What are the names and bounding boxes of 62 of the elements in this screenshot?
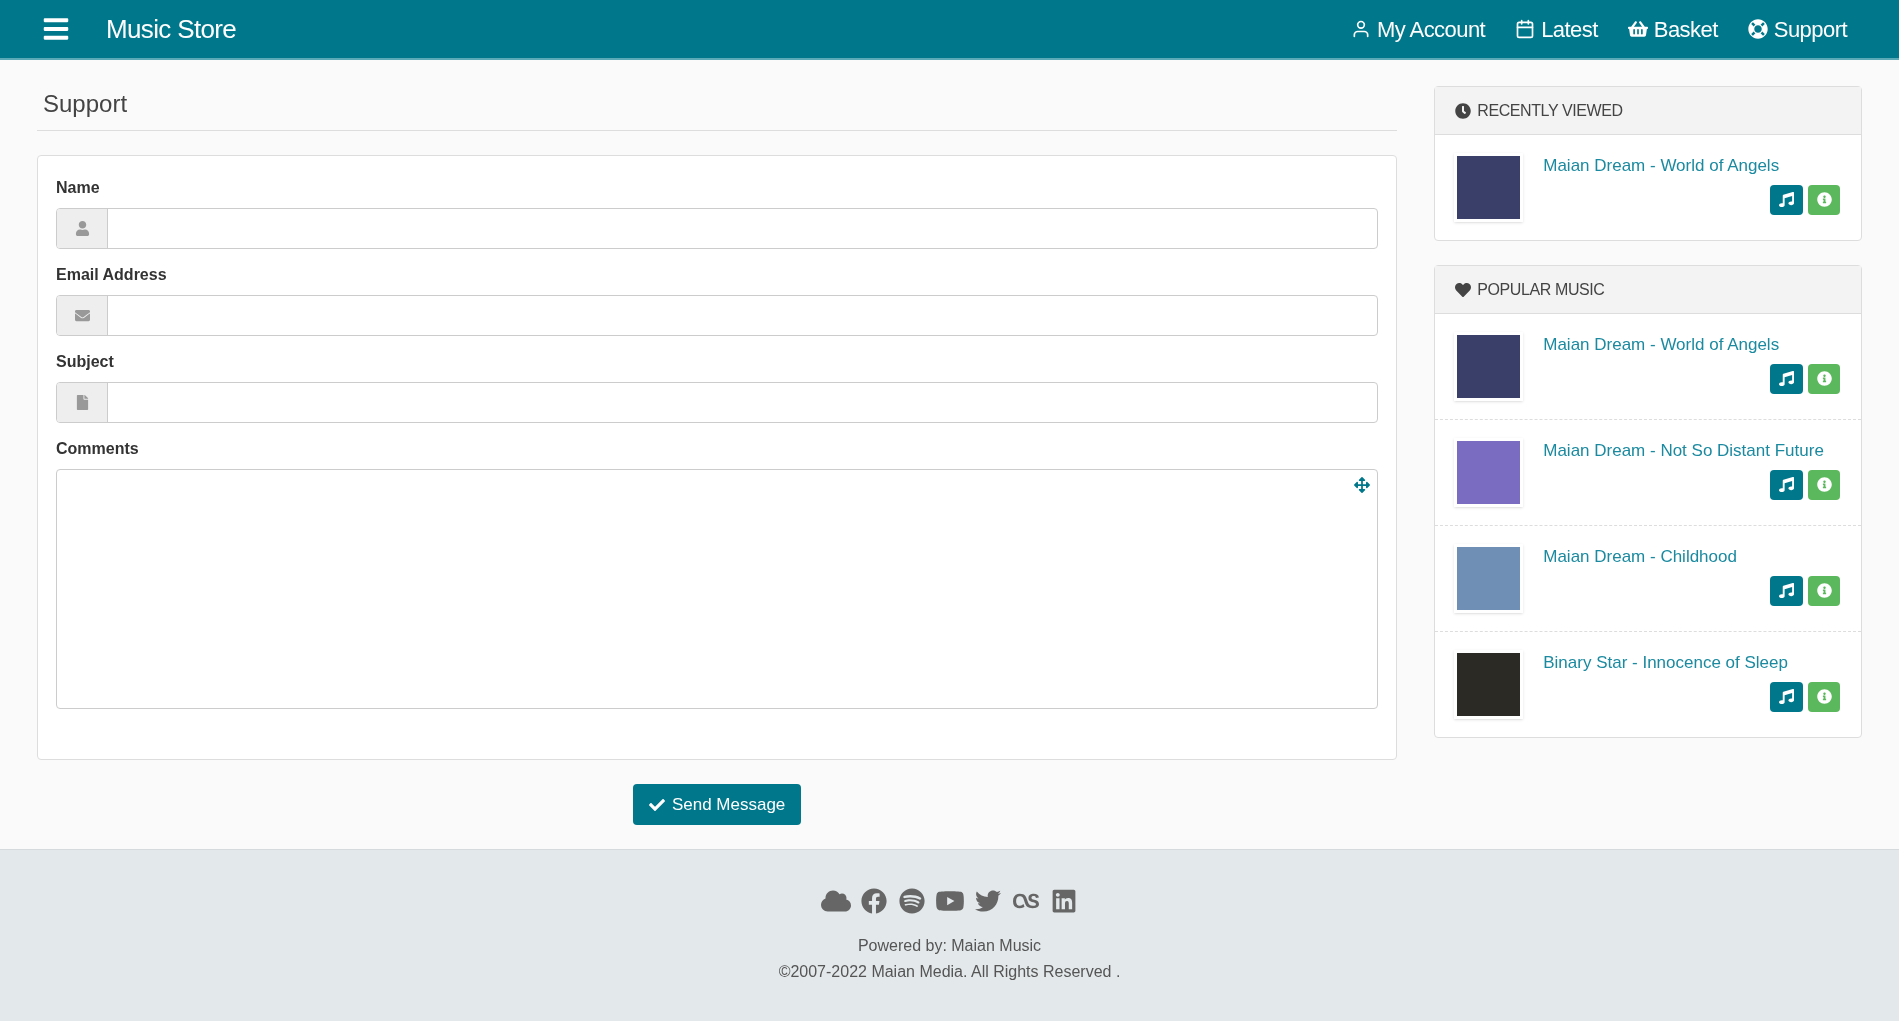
comments-field[interactable] [56,469,1379,709]
music-note-icon [1779,477,1794,492]
check-icon [648,796,665,813]
copyright-text: ©2007-2022 Maian Media. All Rights Reserved . [778,962,1121,982]
social-link[interactable] [934,888,965,914]
basket-icon [1627,19,1648,39]
music-note-icon [1779,583,1794,598]
field-label: Email Address [56,265,168,285]
play-button[interactable] [1770,469,1803,500]
input-field[interactable] [56,208,1379,249]
send-message-button[interactable]: Send Message [632,784,802,825]
heart-icon [1455,281,1472,298]
field-label: Subject [56,352,115,372]
lifebuoy-icon [1747,19,1768,39]
panel-title: RECENTLY VIEWED [1477,100,1623,121]
info-button[interactable] [1808,363,1840,394]
music-note-icon [1779,192,1794,207]
info-icon [1816,477,1832,492]
album-link[interactable]: Binary Star - Innocence of Sleep [1543,650,1842,676]
page-title: Support [37,86,1398,131]
envelope-icon [74,308,90,323]
play-button[interactable] [1770,363,1803,394]
facebook-icon [858,888,889,914]
field-label: Comments [56,439,140,459]
input-field[interactable] [56,382,1379,423]
album-link[interactable]: Maian Dream - World of Angels [1543,153,1842,179]
social-link[interactable] [858,888,889,914]
play-button[interactable] [1770,184,1803,215]
info-button[interactable] [1808,469,1840,500]
input-field[interactable] [56,295,1379,336]
powered-by-text: Powered by: Maian Music [857,936,1042,956]
user-icon [74,221,90,236]
clock-icon [1455,102,1472,119]
play-button[interactable] [1770,575,1803,606]
youtube-icon [934,888,965,914]
info-icon [1816,192,1832,207]
nav-link[interactable]: Latest [1515,12,1598,46]
site-title: Music Store [106,12,237,46]
music-note-icon [1779,689,1794,704]
spotify-icon [896,888,927,914]
panel-title: POPULAR MUSIC [1477,279,1605,300]
cloud-icon [820,888,851,914]
info-icon [1816,689,1832,704]
info-button[interactable] [1808,681,1840,712]
play-button[interactable] [1770,681,1803,712]
calendar-icon [1515,19,1536,39]
field-label: Name [56,178,101,198]
music-note-icon [1779,371,1794,386]
nav-link[interactable]: Support [1747,12,1847,46]
info-button[interactable] [1808,184,1840,215]
album-link[interactable]: Maian Dream - Childhood [1543,544,1842,570]
album-link[interactable]: Maian Dream - Not So Distant Future [1543,438,1842,464]
resize-handle-icon[interactable] [1354,477,1371,493]
info-icon [1816,371,1832,386]
social-link[interactable] [820,888,851,914]
nav-link[interactable]: Basket [1627,12,1718,46]
info-button[interactable] [1808,575,1840,606]
info-icon [1816,583,1832,598]
file-icon [74,395,90,410]
social-link[interactable] [896,888,927,914]
nav-link[interactable]: My Account [1350,12,1486,46]
album-link[interactable]: Maian Dream - World of Angels [1543,332,1842,358]
